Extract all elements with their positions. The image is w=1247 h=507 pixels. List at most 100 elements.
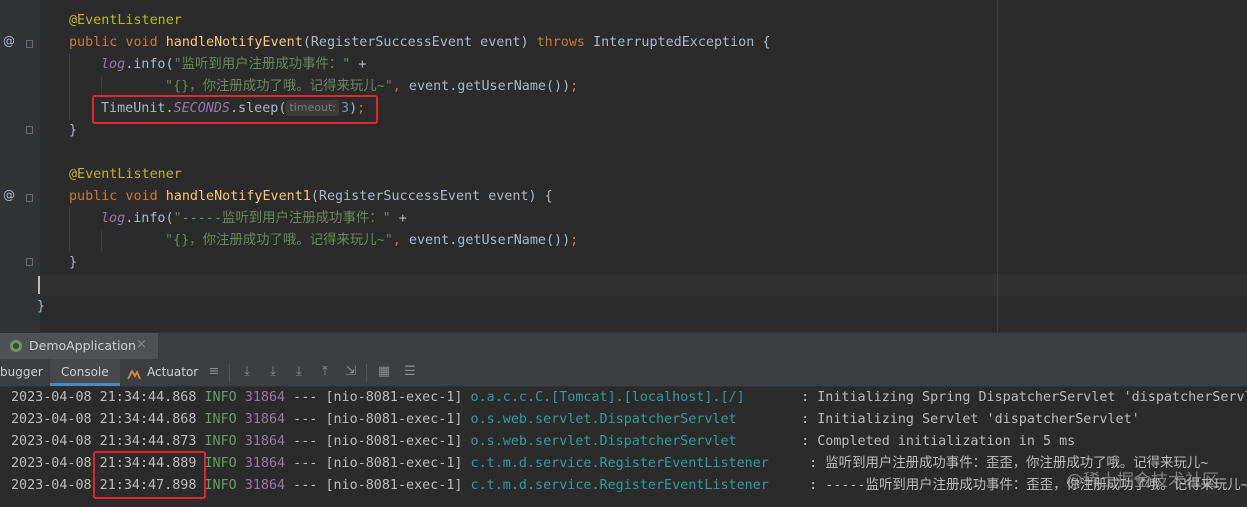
indent-guide: [69, 208, 70, 252]
indent-guide: [101, 230, 102, 252]
restore-layout-icon[interactable]: ⤓: [239, 364, 255, 380]
current-line-highlight: [40, 274, 1247, 296]
code-token: }: [69, 255, 78, 270]
menu-icon[interactable]: ≡: [206, 364, 222, 380]
code-token: .info(: [125, 211, 174, 226]
log-level: INFO: [196, 390, 237, 405]
run-toolbar: bugger Console Actuator ≡ ⤓ ⤓ ⤓ ⤒ ⇲ ▦ ☰: [0, 359, 1247, 387]
code-token: "监听到用户注册成功事件：": [173, 57, 351, 72]
code-token: log: [101, 57, 126, 72]
fold-icon[interactable]: [26, 40, 33, 48]
code-token: }: [69, 123, 78, 138]
log-thread: [nio-8081-exec-1]: [325, 456, 463, 471]
log-message: : Completed initialization in 5 ms: [793, 434, 1076, 449]
code-token: "{}，你注册成功了哦。记得来玩儿~": [165, 79, 393, 94]
code-token: event.getUserName()): [408, 233, 571, 248]
code-token: handleNotifyEvent: [165, 35, 303, 50]
log-line: 2023-04-08 21:34:44.868 INFO 31864 --- […: [11, 387, 1247, 409]
spring-boot-icon: [10, 340, 22, 352]
log-thread: [nio-8081-exec-1]: [325, 412, 463, 427]
step-out-icon[interactable]: ⤒: [317, 364, 333, 380]
code-token: ;: [570, 79, 579, 94]
tab-console[interactable]: Console: [50, 359, 120, 386]
step-into-icon[interactable]: ⤓: [291, 364, 307, 380]
log-logger: c.t.m.d.service.RegisterEventListener: [462, 478, 802, 493]
code-line: }: [37, 296, 45, 318]
log-line: 2023-04-08 21:34:44.873 INFO 31864 --- […: [11, 431, 1075, 453]
log-level: INFO: [196, 434, 237, 449]
log-separator: ---: [285, 412, 326, 427]
run-config-tab[interactable]: DemoApplication ×: [0, 333, 158, 359]
code-token: .info(: [125, 57, 174, 72]
code-token: handleNotifyEvent1: [165, 189, 311, 204]
tab-actuator[interactable]: Actuator: [147, 359, 198, 386]
override-marker-icon[interactable]: @: [3, 188, 15, 202]
code-line: public void handleNotifyEvent(RegisterSu…: [69, 32, 770, 54]
code-token: "{}，你注册成功了哦。记得来玩儿~": [165, 233, 393, 248]
close-icon[interactable]: ×: [136, 337, 147, 352]
fold-icon[interactable]: [26, 258, 33, 266]
log-logger: o.s.web.servlet.DispatcherServlet: [462, 412, 794, 427]
code-line: public void handleNotifyEvent1(RegisterS…: [69, 186, 553, 208]
log-line: 2023-04-08 21:34:44.868 INFO 31864 --- […: [11, 409, 1140, 431]
code-line: log.info("监听到用户注册成功事件：" +: [101, 54, 367, 76]
code-token: (RegisterSuccessEvent event) {: [310, 189, 553, 204]
code-token: public void: [69, 189, 166, 204]
code-token: throws: [536, 35, 594, 50]
step-over-icon[interactable]: ⤓: [265, 364, 281, 380]
log-pid: 31864: [236, 390, 286, 405]
code-token: "-----监听到用户注册成功事件：": [173, 211, 391, 226]
code-line: @EventListener: [69, 164, 182, 186]
watermark: @稀土掘金技术社区: [1066, 471, 1219, 491]
code-token: public void: [69, 35, 166, 50]
code-token: +: [390, 211, 407, 226]
log-level: INFO: [196, 412, 237, 427]
fold-icon[interactable]: [26, 194, 33, 202]
code-token: ;: [570, 233, 579, 248]
log-timestamp: 2023-04-08 21:34:44.868: [11, 412, 197, 427]
code-editor[interactable]: @ @ @EventListener public void handleNoti…: [0, 0, 1247, 332]
log-thread: [nio-8081-exec-1]: [325, 434, 463, 449]
code-token: log: [101, 211, 126, 226]
code-token: event.getUserName()): [408, 79, 571, 94]
log-pid: 31864: [236, 456, 286, 471]
log-pid: 31864: [236, 412, 286, 427]
log-timestamp: 2023-04-08 21:34:44.868: [11, 390, 197, 405]
log-logger: o.a.c.c.C.[Tomcat].[localhost].[/]: [462, 390, 794, 405]
tab-debugger[interactable]: bugger: [0, 359, 44, 386]
indent-guide: [69, 54, 70, 120]
settings-list-icon[interactable]: ☰: [402, 364, 418, 380]
code-line: }: [69, 252, 77, 274]
run-config-label: DemoApplication: [29, 338, 136, 353]
code-line: "{}，你注册成功了哦。记得来玩儿~", event.getUserName()…: [165, 230, 578, 252]
log-separator: ---: [285, 434, 326, 449]
highlight-box: [93, 451, 206, 499]
run-to-cursor-icon[interactable]: ⇲: [343, 364, 359, 380]
evaluate-icon[interactable]: ▦: [376, 364, 392, 380]
code-line: @EventListener: [69, 10, 182, 32]
log-separator: ---: [285, 390, 326, 405]
override-marker-icon[interactable]: @: [3, 34, 15, 48]
log-thread: [nio-8081-exec-1]: [325, 390, 463, 405]
log-pid: 31864: [236, 478, 286, 493]
editor-gutter: @ @: [0, 0, 40, 332]
code-token: (RegisterSuccessEvent event): [302, 35, 537, 50]
log-pid: 31864: [236, 434, 286, 449]
toolbar-divider: [229, 364, 230, 381]
log-separator: ---: [285, 478, 326, 493]
code-line: log.info("-----监听到用户注册成功事件：" +: [101, 208, 407, 230]
log-thread: [nio-8081-exec-1]: [325, 478, 463, 493]
log-logger: c.t.m.d.service.RegisterEventListener: [462, 456, 802, 471]
log-timestamp: 2023-04-08 21:34:44.873: [11, 434, 197, 449]
code-token: ,: [392, 79, 409, 94]
log-logger: o.s.web.servlet.DispatcherServlet: [462, 434, 794, 449]
code-token: @EventListener: [69, 13, 182, 28]
code-token: @EventListener: [69, 167, 182, 182]
fold-icon[interactable]: [26, 126, 33, 134]
code-token: InterruptedException {: [593, 35, 771, 50]
code-token: ,: [392, 233, 409, 248]
code-token: +: [350, 57, 367, 72]
console-output[interactable]: 2023-04-08 21:34:44.868 INFO 31864 --- […: [0, 387, 1247, 507]
log-message: : Initializing Servlet 'dispatcherServle…: [793, 412, 1140, 427]
toolbar-divider: [366, 364, 367, 381]
